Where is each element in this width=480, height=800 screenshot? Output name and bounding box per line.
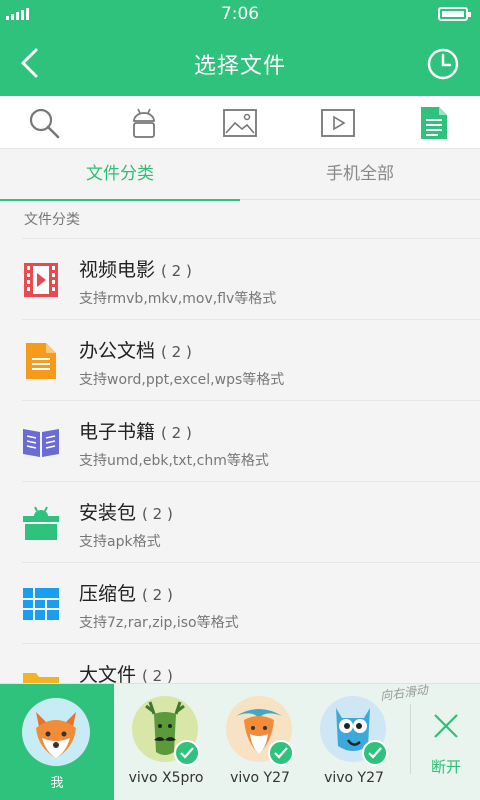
battery-icon — [438, 7, 471, 21]
device-item[interactable]: vivo Y27 — [214, 696, 306, 796]
history-clock-icon[interactable] — [426, 47, 460, 81]
close-icon — [434, 714, 458, 738]
app-header: 选择文件 — [0, 30, 480, 96]
disconnect-label: 断开 — [430, 758, 461, 776]
video-icon[interactable] — [318, 103, 358, 143]
image-icon[interactable] — [220, 103, 260, 143]
device-name: vivo Y27 — [230, 770, 290, 786]
category-desc: 支持7z,rar,zip,iso等格式 — [79, 615, 239, 631]
connected-check-icon — [268, 740, 294, 766]
status-time: 7:06 — [220, 4, 260, 24]
device-name: vivo Y27 — [324, 770, 384, 786]
list-item-documents[interactable]: 办公文档 ( 2 ) 支持word,ppt,excel,wps等格式 — [22, 319, 480, 400]
category-count: ( 2 ) — [161, 343, 192, 361]
disconnect-button[interactable]: 断开 — [420, 706, 472, 786]
document-icon[interactable] — [414, 103, 454, 143]
my-device[interactable]: 我 — [0, 684, 114, 800]
fox-avatar — [22, 698, 90, 766]
list-item-ebooks[interactable]: 电子书籍 ( 2 ) 支持umd,ebk,txt,chm等格式 — [22, 400, 480, 481]
category-name: 安装包 — [79, 502, 137, 524]
category-name: 视频电影 — [79, 259, 156, 281]
category-desc: 支持rmvb,mkv,mov,flv等格式 — [79, 291, 277, 307]
ebook-icon — [22, 423, 60, 461]
category-count: ( 2 ) — [161, 424, 192, 442]
device-item[interactable]: vivo Y27 — [308, 696, 400, 796]
video-file-icon — [22, 261, 60, 299]
android-icon[interactable] — [124, 103, 164, 143]
list-item-video[interactable]: 视频电影 ( 2 ) 支持rmvb,mkv,mov,flv等格式 — [22, 238, 480, 319]
page-title: 选择文件 — [193, 54, 286, 79]
category-list: 视频电影 ( 2 ) 支持rmvb,mkv,mov,flv等格式 办公文档 ( 2 … — [0, 238, 480, 724]
my-device-label: 我 — [50, 776, 64, 791]
connected-check-icon — [362, 740, 388, 766]
apk-icon — [22, 504, 60, 542]
category-desc: 支持umd,ebk,txt,chm等格式 — [79, 453, 269, 469]
device-item[interactable]: vivo X5pro — [120, 696, 212, 796]
category-name: 电子书籍 — [79, 421, 156, 443]
tab-phone-all[interactable]: 手机全部 — [240, 149, 480, 200]
status-bar: 7:06 — [0, 0, 480, 30]
category-count: ( 2 ) — [142, 586, 173, 604]
list-item-apk[interactable]: 安装包 ( 2 ) 支持apk格式 — [22, 481, 480, 562]
category-desc: 支持word,ppt,excel,wps等格式 — [79, 372, 285, 388]
category-name: 办公文档 — [79, 340, 156, 362]
swipe-hint: 向右滑动 — [379, 682, 429, 704]
section-label: 文件分类 — [24, 212, 80, 228]
divider — [410, 704, 411, 774]
tab-strip: 文件分类 手机全部 — [0, 148, 480, 201]
search-icon[interactable] — [24, 103, 64, 143]
connection-bar: 我 vivo X5pro vivo Y27 vivo Y27 向右滑动 断开 — [0, 683, 480, 800]
category-desc: 支持apk格式 — [79, 534, 161, 550]
tab-file-categories[interactable]: 文件分类 — [0, 149, 240, 201]
device-name: vivo X5pro — [128, 770, 204, 786]
file-type-bar — [0, 96, 480, 148]
category-name: 压缩包 — [79, 583, 137, 605]
connected-check-icon — [174, 740, 200, 766]
category-count: ( 2 ) — [142, 505, 173, 523]
list-item-archives[interactable]: 压缩包 ( 2 ) 支持7z,rar,zip,iso等格式 — [22, 562, 480, 643]
category-count: ( 2 ) — [161, 262, 192, 280]
document-file-icon — [22, 342, 60, 380]
archive-icon — [22, 585, 60, 623]
